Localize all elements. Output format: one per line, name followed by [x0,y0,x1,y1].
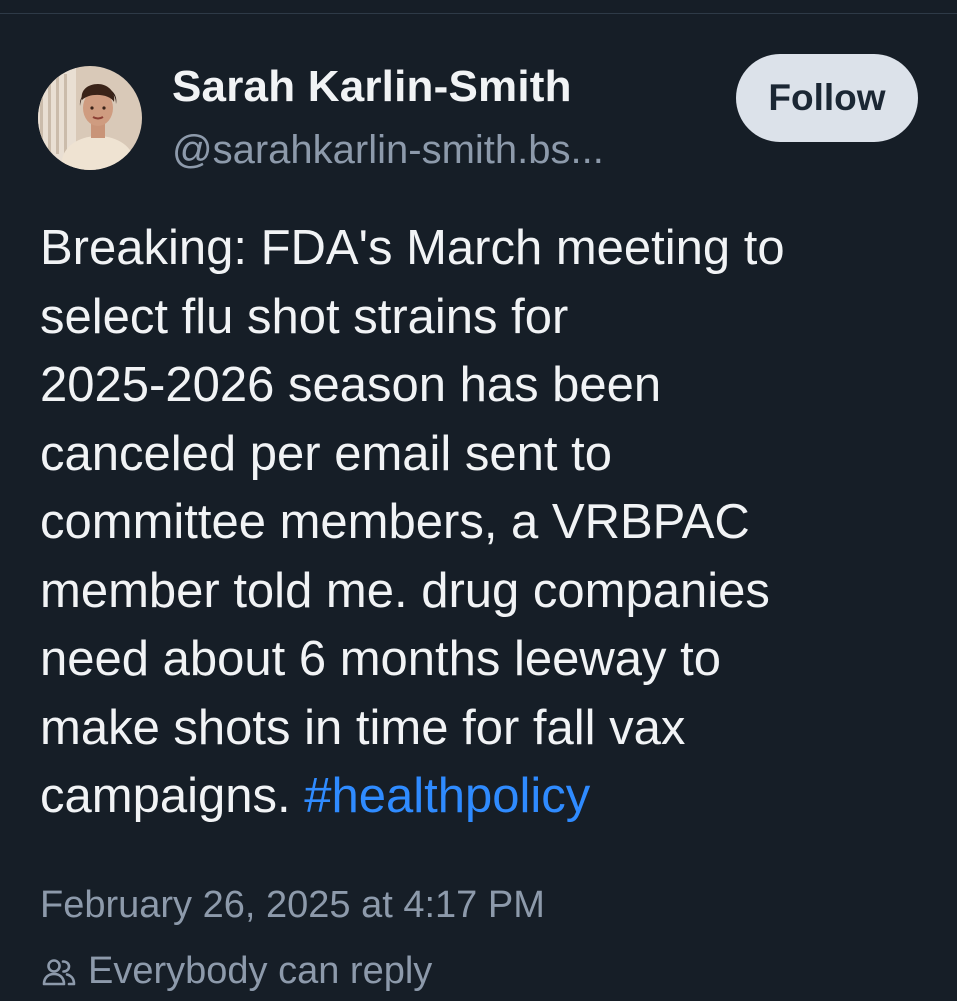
avatar[interactable] [38,66,142,170]
hashtag-link[interactable]: #healthpolicy [304,769,590,823]
author-display-name[interactable]: Sarah Karlin-Smith [172,62,572,112]
follow-button[interactable]: Follow [736,54,918,142]
avatar-image [38,66,142,170]
author-handle[interactable]: @sarahkarlin-smith.bs... [172,128,604,173]
people-icon [40,953,78,991]
post-body-text: Breaking: FDA's March meeting to select … [40,221,785,823]
reply-setting[interactable]: Everybody can reply [40,950,432,993]
reply-setting-label: Everybody can reply [88,950,433,992]
post-timestamp[interactable]: February 26, 2025 at 4:17 PM [40,884,545,927]
post-text: Breaking: FDA's March meeting to select … [40,214,920,831]
top-divider [0,13,957,14]
